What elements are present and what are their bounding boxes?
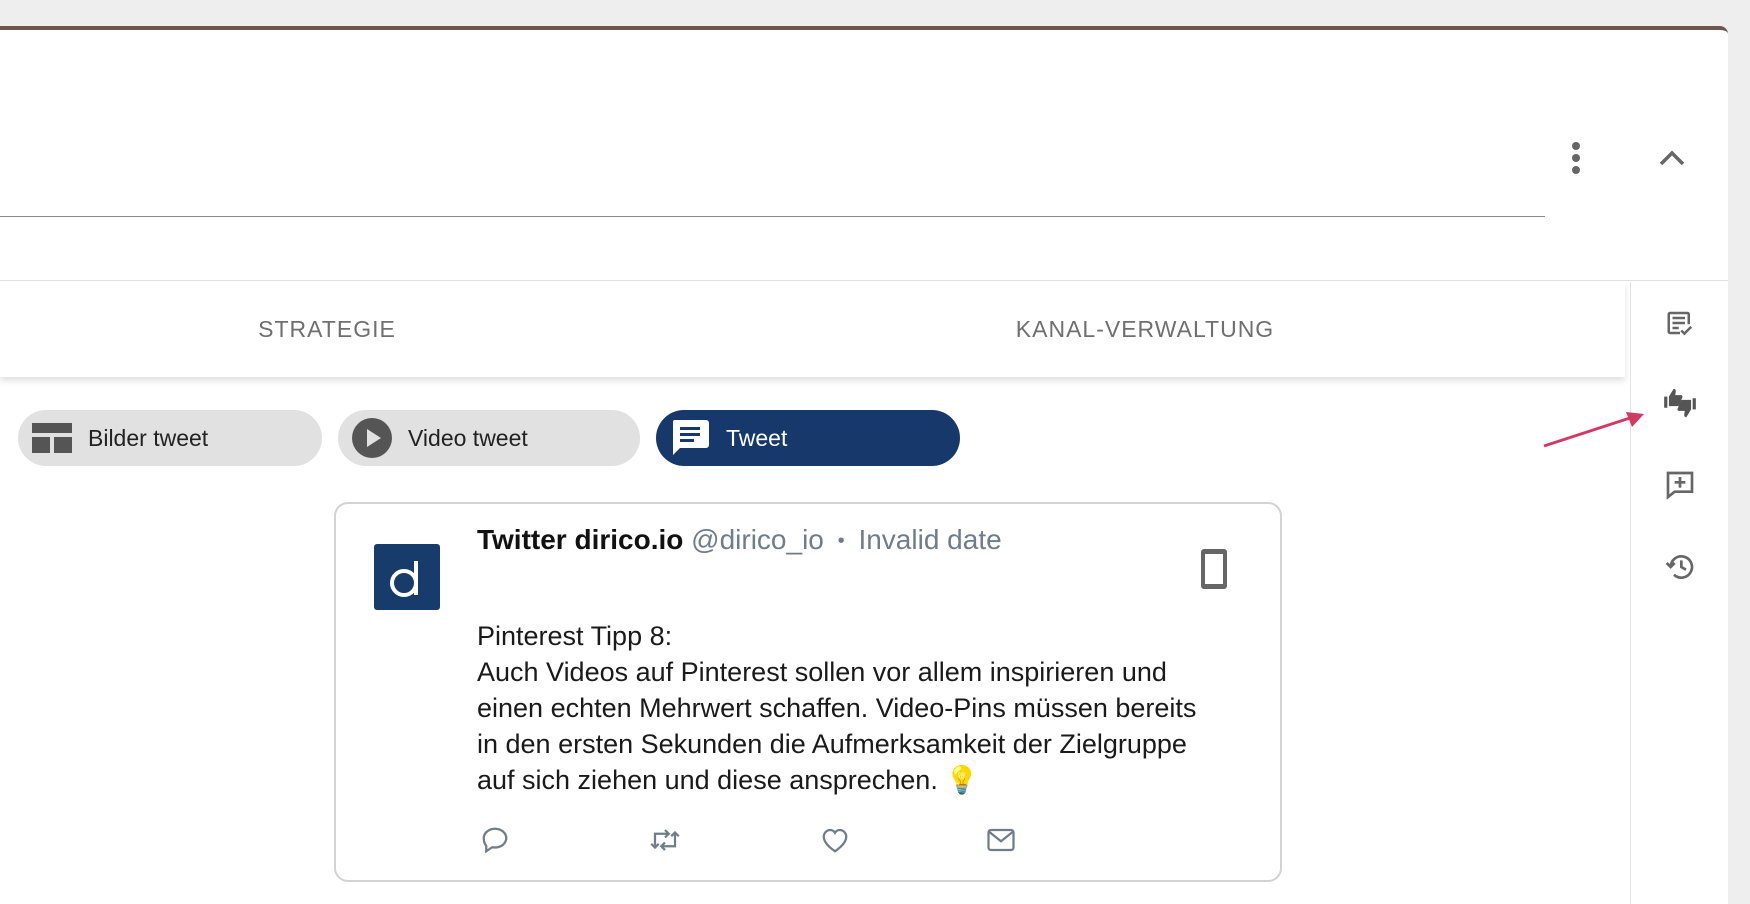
history-button[interactable] [1659, 546, 1701, 588]
add-comment-icon [1666, 471, 1694, 500]
chip-label: Bilder tweet [88, 424, 209, 451]
tab-strategie[interactable]: STRATEGIE [150, 282, 504, 377]
tweet-line: auf sich ziehen und diese ansprechen. 💡 [477, 765, 979, 795]
tweet-line: in den ersten Sekunden die Aufmerksamkei… [477, 729, 1187, 759]
account-handle: @dirico_io [691, 524, 824, 555]
share-mail-icon [983, 822, 1019, 858]
header-section [0, 30, 1728, 281]
mobile-preview-button[interactable] [1200, 548, 1228, 595]
checklist-button[interactable] [1659, 302, 1701, 344]
reply-icon [477, 822, 513, 858]
more-vert-icon [1572, 142, 1580, 174]
gallery-icon [32, 423, 72, 453]
avatar [374, 544, 440, 610]
message-icon [670, 418, 710, 458]
approval-button[interactable] [1659, 382, 1701, 424]
tweet-text: Pinterest Tipp 8: Auch Videos auf Pinter… [477, 618, 1277, 798]
tweet-header: Twitter dirico.io @dirico_io • Invalid d… [477, 524, 1002, 556]
editor-card: STRATEGIE KANAL-VERWALTUNG Bilder tweet … [0, 26, 1728, 904]
chip-tweet[interactable]: Tweet [656, 410, 960, 466]
account-name: Twitter dirico.io [477, 524, 684, 555]
tweet-date: Invalid date [858, 524, 1002, 555]
chip-label: Video tweet [408, 424, 528, 451]
play-icon [352, 418, 392, 458]
section-tabs: STRATEGIE KANAL-VERWALTUNG [0, 282, 1625, 377]
dirico-logo-icon [390, 561, 418, 597]
separator-dot: • [837, 530, 845, 553]
tweet-actions [477, 822, 1037, 858]
tweet-line: Pinterest Tipp 8: [477, 621, 673, 651]
tab-kanal-verwaltung[interactable]: KANAL-VERWALTUNG [900, 282, 1390, 377]
annotation-arrow [1543, 412, 1644, 448]
retweet-icon [647, 822, 683, 858]
like-icon [817, 822, 853, 858]
thumbs-up-down-icon [1664, 388, 1696, 418]
chip-label: Tweet [726, 424, 788, 451]
tweet-line: Auch Videos auf Pinterest sollen vor all… [477, 657, 1167, 687]
more-options-button[interactable] [1556, 136, 1596, 180]
checklist-icon [1667, 311, 1693, 336]
smartphone-icon [1201, 549, 1227, 589]
title-input-underline[interactable] [0, 216, 1545, 217]
chevron-up-icon [1659, 150, 1685, 166]
collapse-button[interactable] [1652, 138, 1692, 178]
side-rail [1630, 282, 1728, 904]
tweet-preview: Twitter dirico.io @dirico_io • Invalid d… [334, 502, 1282, 882]
chip-video-tweet[interactable]: Video tweet [338, 410, 640, 466]
tweet-line: einen echten Mehrwert schaffen. Video-Pi… [477, 693, 1197, 723]
chip-bilder-tweet[interactable]: Bilder tweet [18, 410, 322, 466]
history-icon [1665, 555, 1694, 579]
add-comment-button[interactable] [1659, 464, 1701, 506]
